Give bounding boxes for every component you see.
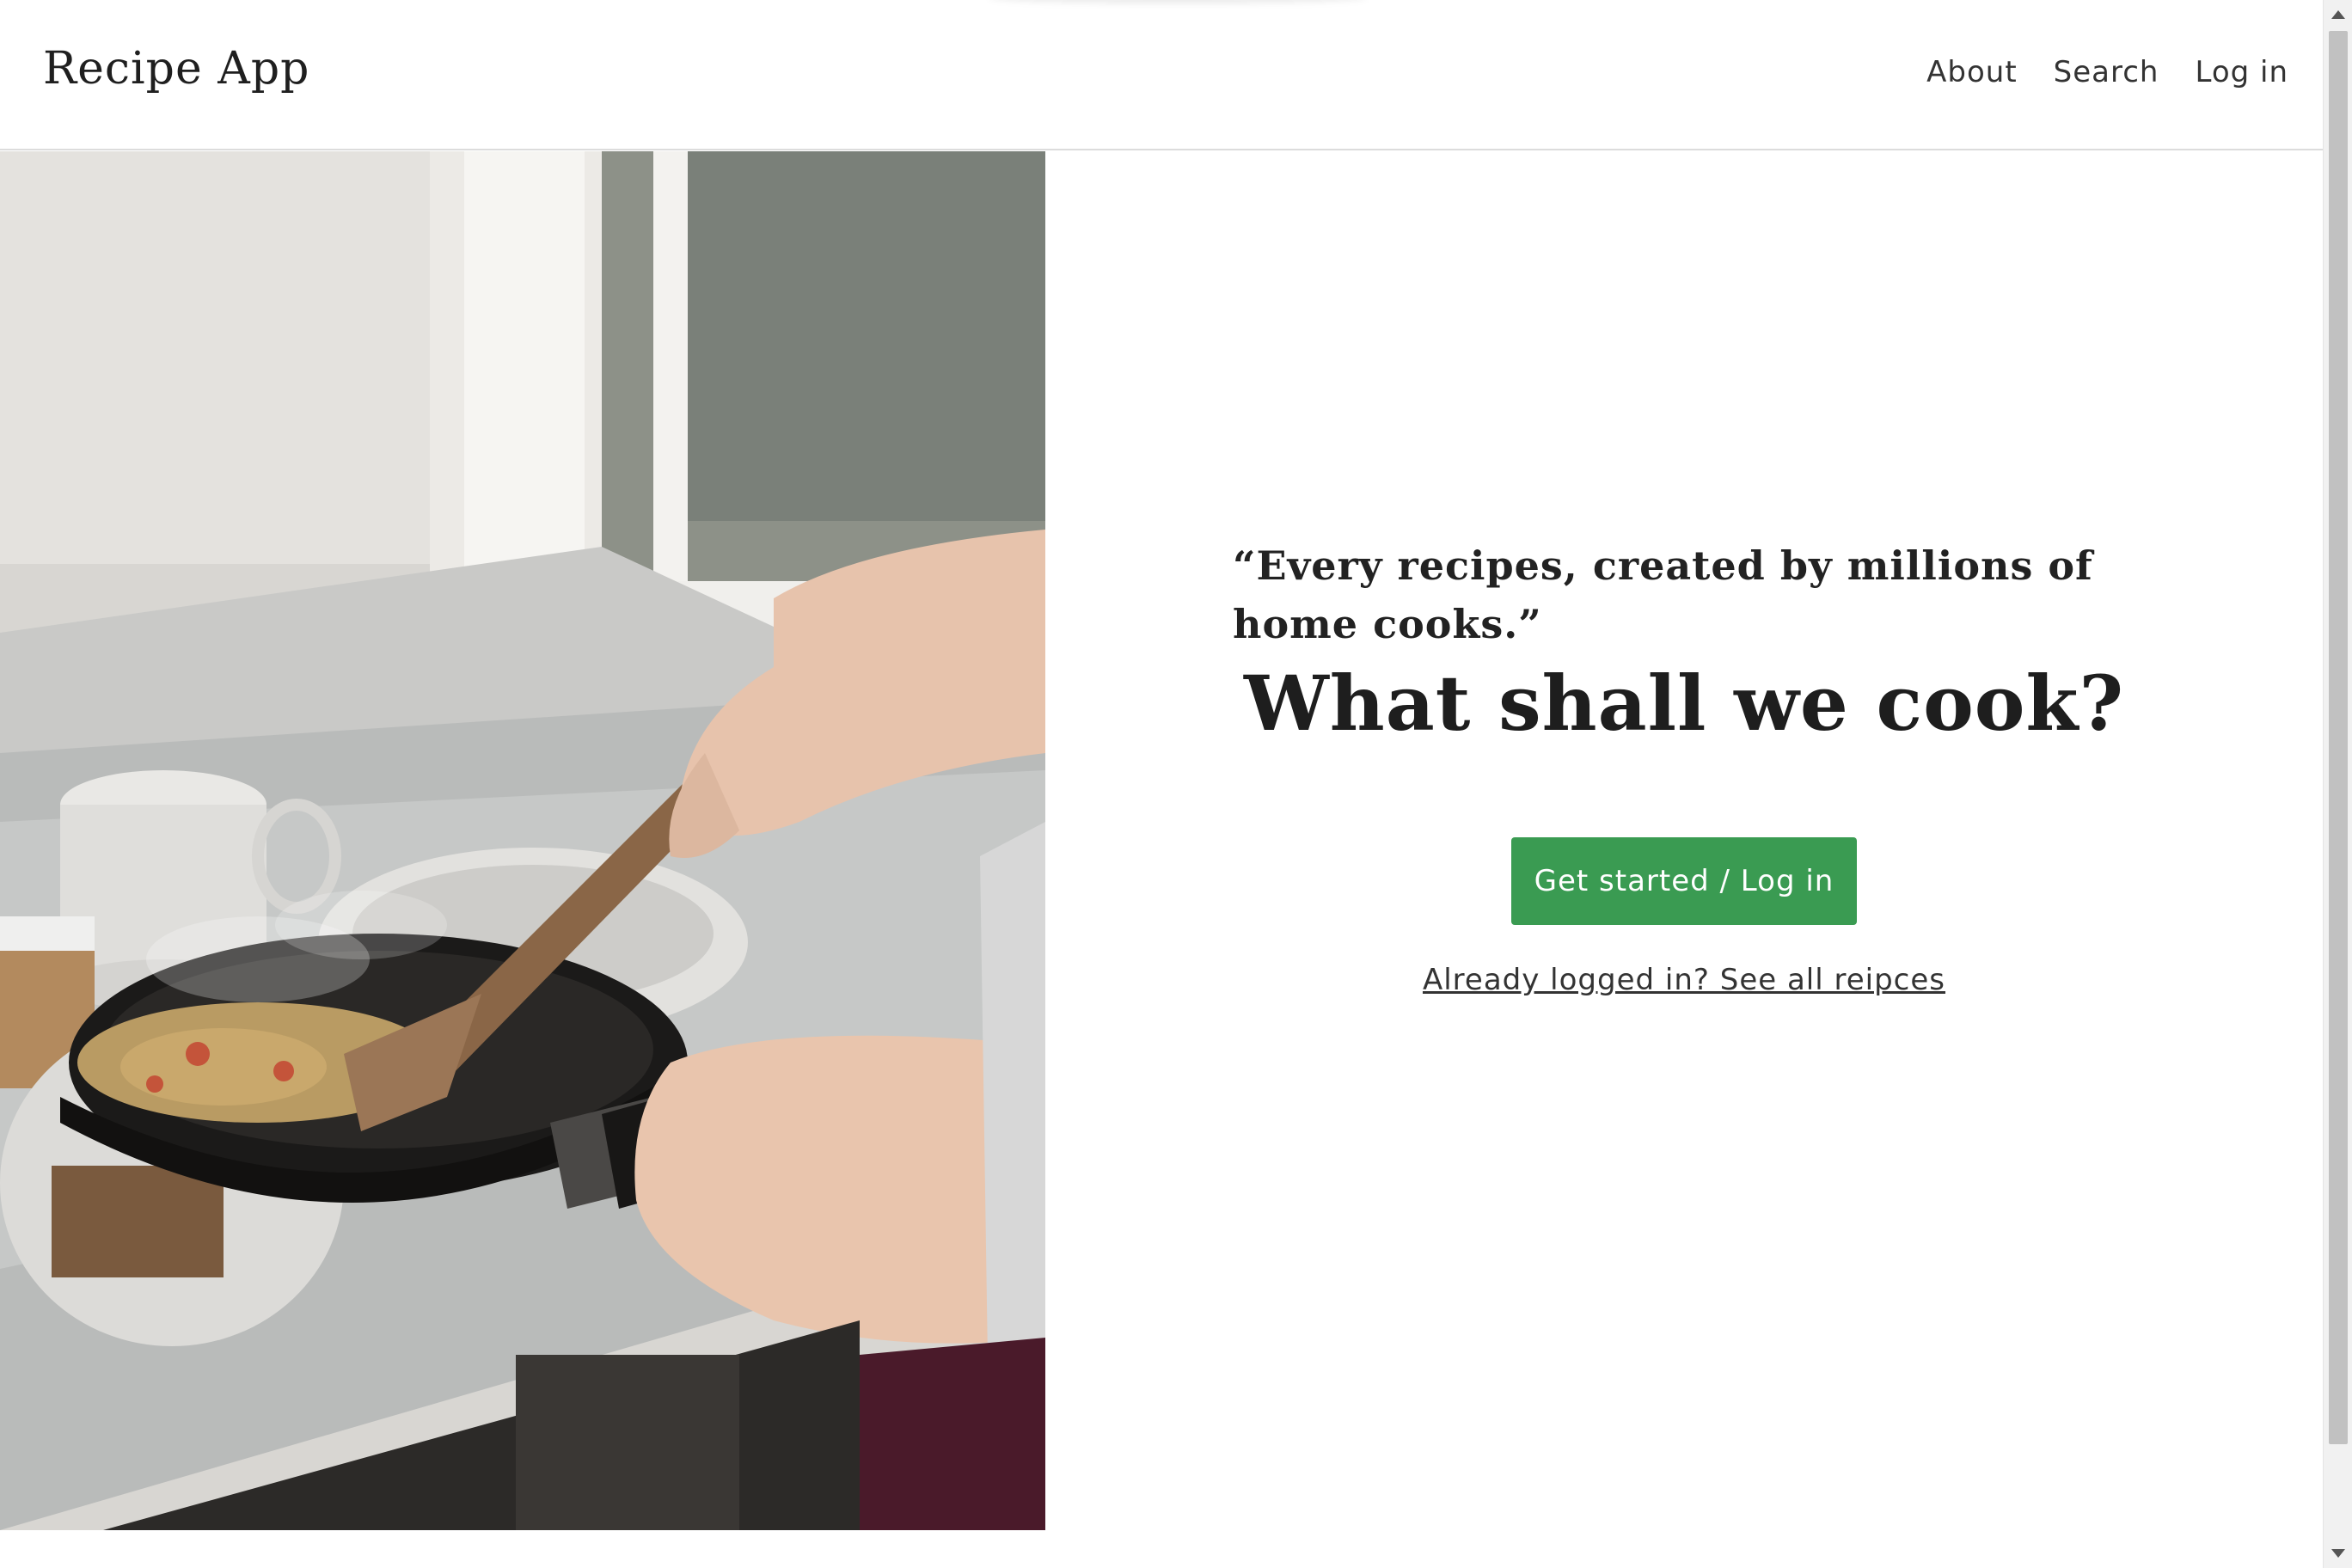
hero-text-panel: “Every recipes, created by millions of h…	[1045, 151, 2323, 1530]
main-nav: About Search Log in	[1926, 55, 2288, 89]
hero-headline: What shall we cook?	[1243, 658, 2125, 748]
page: Recipe App About Search Log in “Every re…	[0, 0, 2352, 1568]
cooking-photo-illustration	[0, 151, 1045, 1530]
scroll-up-arrow-icon[interactable]	[2324, 0, 2352, 29]
nav-link-search[interactable]: Search	[2054, 55, 2159, 89]
hero-quote: “Every recipes, created by millions of h…	[1233, 542, 2093, 647]
vertical-scrollbar[interactable]	[2323, 0, 2352, 1568]
get-started-login-button[interactable]: Get started / Log in	[1511, 837, 1857, 925]
hero-photo	[0, 151, 1045, 1530]
scroll-thumb[interactable]	[2329, 31, 2348, 1444]
brand-logo-link[interactable]: Recipe App	[43, 43, 309, 95]
see-all-recipes-link[interactable]: Already logged in? See all reipces	[1045, 963, 2323, 997]
nav-link-about[interactable]: About	[1926, 55, 2018, 89]
scroll-down-arrow-icon[interactable]	[2324, 1539, 2352, 1568]
header-shadow	[989, 0, 1367, 3]
top-navbar: Recipe App About Search Log in	[0, 0, 2323, 150]
nav-link-login[interactable]: Log in	[2195, 55, 2288, 89]
